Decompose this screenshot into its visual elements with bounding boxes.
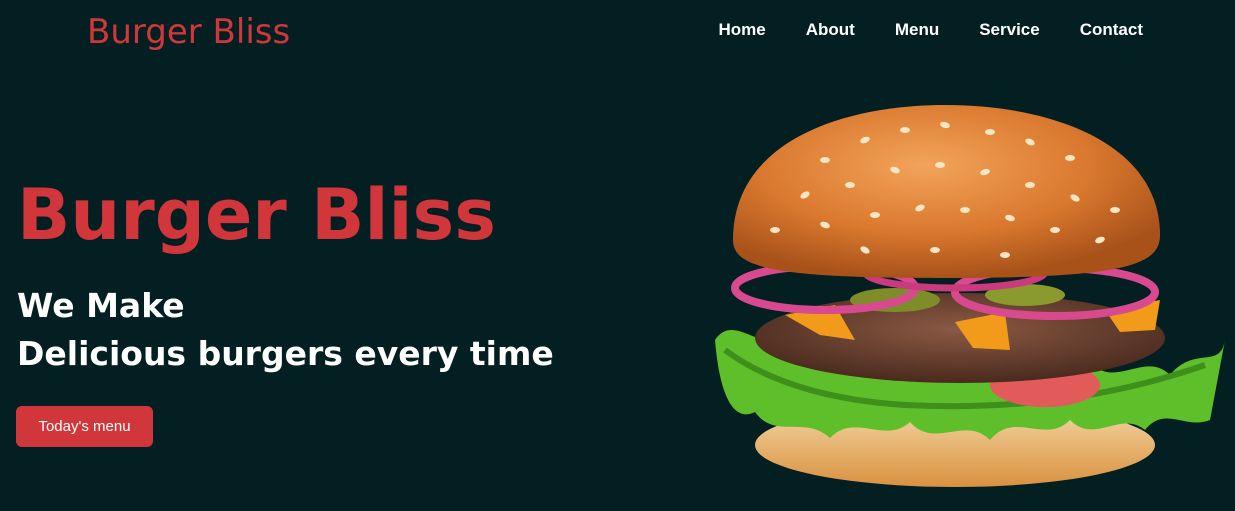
nav-menu[interactable]: Menu: [895, 18, 939, 42]
todays-menu-button[interactable]: Today's menu: [16, 406, 153, 447]
burger-image: [715, 105, 1225, 487]
nav-home[interactable]: Home: [719, 18, 766, 42]
hero-subtitle-line1: We Make: [17, 286, 185, 325]
main-nav: Home About Menu Service Contact: [719, 18, 1144, 42]
brand-logo[interactable]: Burger Bliss: [87, 10, 290, 54]
nav-contact[interactable]: Contact: [1080, 18, 1143, 42]
nav-service[interactable]: Service: [979, 18, 1040, 42]
nav-about[interactable]: About: [806, 18, 855, 42]
page: Burger Bliss Home About Menu Service Con…: [0, 0, 1235, 511]
hero-subtitle-line2: Delicious burgers every time: [17, 334, 554, 373]
hero-title: Burger Bliss: [17, 174, 496, 256]
hero-subtitle: We Make Delicious burgers every time: [17, 282, 554, 378]
